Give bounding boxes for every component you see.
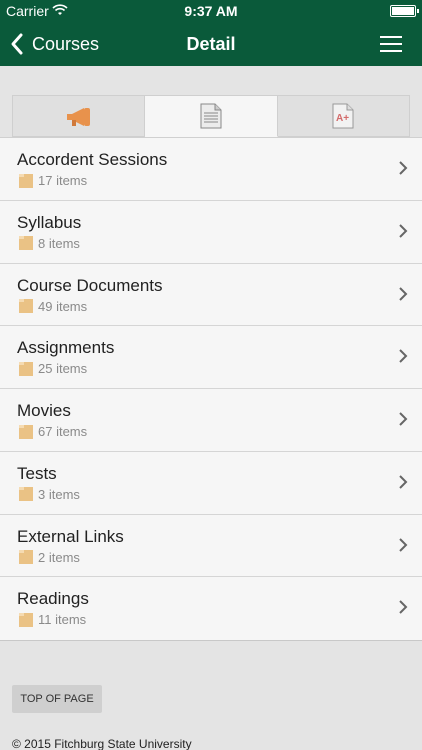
list-item-count: 17 items: [38, 173, 88, 188]
list-item-title: Assignments: [17, 338, 115, 358]
document-icon: [200, 103, 222, 129]
list-item[interactable]: Accordent Sessions 17 items: [0, 138, 422, 201]
list-item[interactable]: Tests 3 items: [0, 452, 422, 515]
folder-icon: [19, 361, 33, 376]
chevron-right-icon: [399, 349, 408, 363]
list-item[interactable]: Assignments 25 items: [0, 326, 422, 389]
chevron-right-icon: [399, 412, 408, 426]
folder-icon: [19, 424, 33, 439]
list-item-count: 3 items: [38, 486, 80, 502]
top-of-page-button[interactable]: TOP OF PAGE: [12, 685, 102, 713]
page-title: Detail: [186, 34, 236, 54]
folder-icon: [19, 612, 33, 627]
folder-icon: [19, 550, 33, 564]
list-item-title: Syllabus: [17, 212, 82, 232]
list-item-meta: 25 items: [19, 361, 87, 376]
list-item-meta: 67 items: [19, 424, 87, 439]
battery-icon: [390, 5, 419, 17]
grade-icon: A+: [332, 103, 354, 129]
nav-bar: Courses Detail: [0, 22, 422, 66]
megaphone-icon: [66, 108, 90, 126]
list-item-count: 2 items: [38, 549, 80, 565]
chevron-right-icon: [399, 537, 408, 552]
chevron-right-icon: [399, 161, 408, 175]
content-list: Accordent Sessions 17 items Syllabus 8 i…: [0, 137, 422, 641]
svg-text:A+: A+: [336, 113, 349, 124]
list-item-meta: 3 items: [19, 487, 80, 502]
list-item-meta: 2 items: [19, 550, 80, 565]
list-item[interactable]: Course Documents 49 items: [0, 264, 422, 327]
folder-icon: [19, 299, 33, 313]
list-item-title: External Links: [17, 526, 124, 546]
copyright-footer: © 2015 Fitchburg State University: [12, 737, 192, 750]
tab-bar: A+: [12, 95, 410, 137]
list-item-count: 11 items: [38, 612, 87, 628]
list-item-count: 25 items: [38, 361, 88, 377]
list-item-count: 49 items: [38, 298, 88, 314]
list-item-title: Movies: [17, 401, 71, 420]
folder-icon: [19, 487, 33, 502]
list-item[interactable]: External Links 2 items: [0, 515, 422, 578]
list-item-count: 8 items: [38, 235, 80, 251]
tab-content[interactable]: [145, 95, 278, 137]
chevron-right-icon: [399, 475, 408, 489]
chevron-right-icon: [399, 286, 408, 301]
list-item-meta: 49 items: [19, 299, 87, 314]
tab-announcements[interactable]: [12, 95, 146, 137]
list-item-title: Tests: [17, 463, 57, 483]
list-item-meta: 11 items: [19, 612, 86, 627]
list-item-meta: 8 items: [19, 236, 80, 251]
list-item[interactable]: Syllabus 8 items: [0, 201, 422, 264]
chevron-right-icon: [399, 600, 408, 614]
list-item[interactable]: Movies 67 items: [0, 389, 422, 452]
status-bar: Carrier 9:37 AM: [0, 0, 422, 22]
folder-icon: [19, 173, 33, 188]
list-item-title: Accordent Sessions: [17, 150, 168, 169]
status-time: 9:37 AM: [184, 3, 238, 19]
list-item-title: Readings: [17, 589, 89, 609]
chevron-right-icon: [399, 224, 408, 238]
folder-icon: [19, 236, 33, 251]
list-item[interactable]: Readings 11 items: [0, 577, 422, 640]
list-item-title: Course Documents: [17, 275, 163, 295]
list-item-meta: 17 items: [19, 173, 87, 188]
tab-grades[interactable]: A+: [277, 95, 410, 137]
list-item-count: 67 items: [38, 424, 88, 439]
menu-icon[interactable]: [380, 33, 402, 55]
